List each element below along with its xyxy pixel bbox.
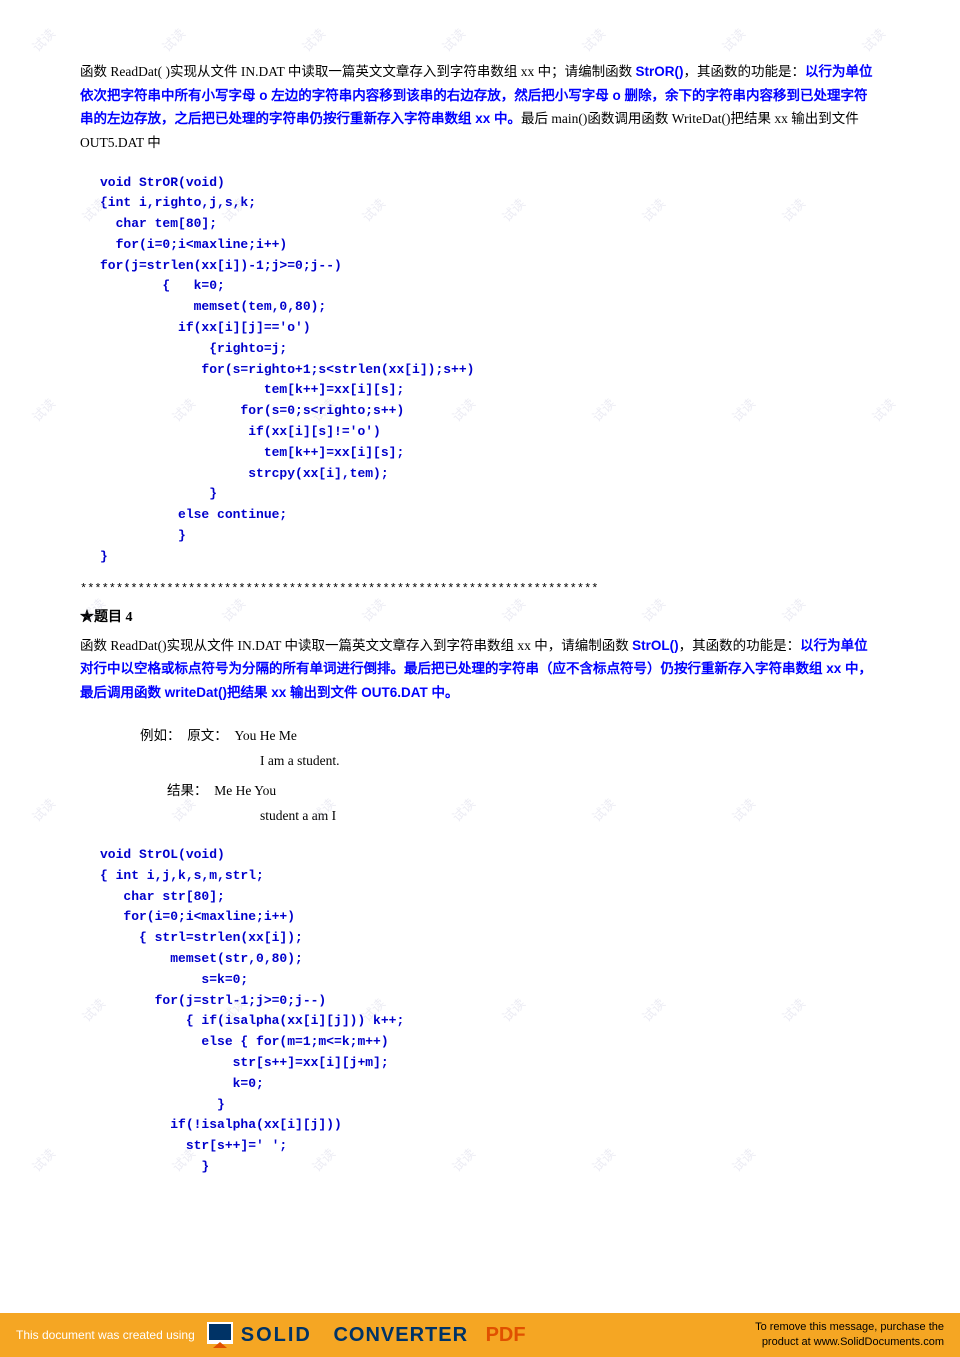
strol-description: 以行为单位对行中以空格或标点符号为分隔的所有单词进行倒排。最后把已处理的字符串（…	[80, 638, 872, 700]
strol-function-name: StrOL()	[632, 638, 679, 653]
footer-solid-label: SOLID	[241, 1324, 312, 1347]
example-jieguo-line1: Me He You	[214, 783, 276, 798]
section4-title: ★题目 4	[80, 606, 880, 626]
example-yuanwen-label: 例如： 原文： You He Me	[140, 723, 880, 749]
example-label-text: 例如： 原文：	[140, 728, 235, 743]
code-block-2: void StrOL(void) { int i,j,k,s,m,strl; c…	[100, 845, 880, 1178]
footer-separator	[322, 1324, 328, 1347]
example-jieguo-line2-row: student a am I	[260, 803, 880, 829]
example-jieguo-label-text: 结果：	[140, 783, 214, 798]
solid-converter-icon	[205, 1320, 235, 1350]
footer-logo: SOLID CONVERTER PDF	[205, 1320, 526, 1350]
footer-left-text: This document was created using	[16, 1328, 195, 1342]
example-yuanwen-line2: I am a student.	[260, 753, 339, 768]
stror-description: 以行为单位依次把字符串中所有小写字母 o 左边的字符串内容移到该串的右边存放，然…	[80, 64, 872, 126]
footer-pdf-label: PDF	[486, 1324, 526, 1347]
example-yuanwen-line1: You He Me	[235, 728, 297, 743]
section3-intro: 函数 ReadDat( )实现从文件 IN.DAT 中读取一篇英文文章存入到字符…	[80, 60, 880, 155]
footer-right-text: To remove this message, purchase theprod…	[755, 1320, 944, 1351]
footer-converter-label: CONVERTER	[333, 1324, 468, 1347]
example-jieguo-line2: student a am I	[260, 808, 336, 823]
code-block-1: void StrOR(void) {int i,righto,j,s,k; ch…	[100, 173, 880, 568]
divider-line: ****************************************…	[80, 582, 880, 596]
example-jieguo-label-row: 结果： Me He You	[140, 778, 880, 804]
footer-bar: This document was created using SOLID CO…	[0, 1313, 960, 1357]
main-content: 函数 ReadDat( )实现从文件 IN.DAT 中读取一篇英文文章存入到字符…	[0, 0, 960, 1312]
section4-intro: 函数 ReadDat()实现从文件 IN.DAT 中读取一篇英文文章存入到字符串…	[80, 634, 880, 705]
example-yuanwen-line2-row: I am a student.	[260, 748, 880, 774]
example-block: 例如： 原文： You He Me I am a student. 结果： Me…	[140, 723, 880, 830]
stror-function-name: StrOR()	[635, 64, 683, 79]
footer-converter-separator	[476, 1324, 482, 1347]
